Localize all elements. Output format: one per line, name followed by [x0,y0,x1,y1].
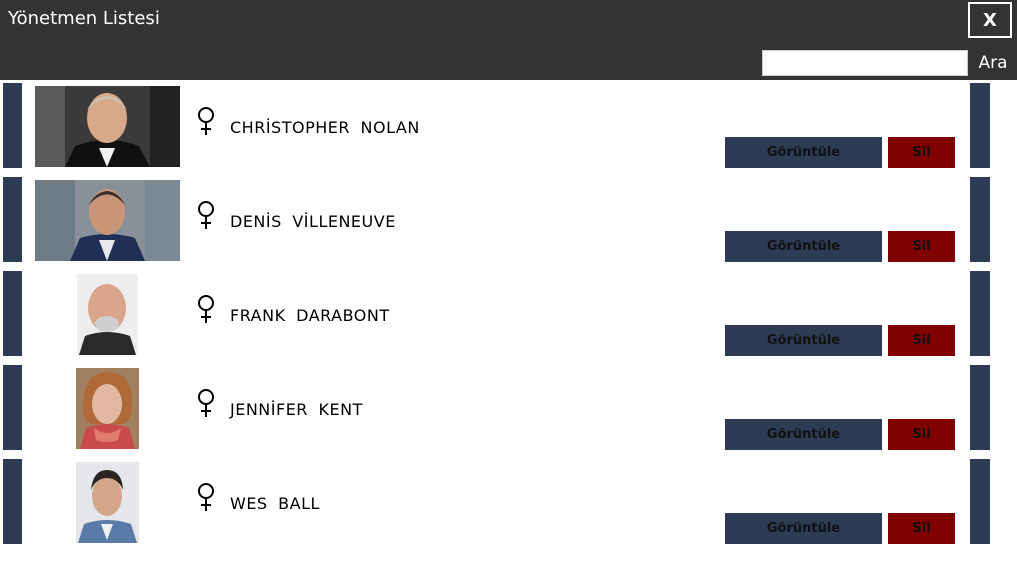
director-row: JENNİFER KENT Görüntüle Sil [0,362,1017,450]
view-button[interactable]: Görüntüle [725,137,882,168]
close-button[interactable]: X [968,2,1012,38]
search-button[interactable]: Ara [970,50,1016,76]
delete-button[interactable]: Sil [888,419,955,450]
director-name: DENİS VİLLENEUVE [230,212,396,231]
director-row: DENİS VİLLENEUVE Görüntüle Sil [0,174,1017,262]
row-accent-right [970,271,990,356]
row-accent-right [970,177,990,262]
row-accent-left [3,83,22,168]
director-row: CHRİSTOPHER NOLAN Görüntüle Sil [0,80,1017,168]
director-name: CHRİSTOPHER NOLAN [230,118,420,137]
female-symbol-icon [195,200,217,230]
female-symbol-icon [195,106,217,136]
female-symbol-icon [195,388,217,418]
director-name: WES BALL [230,494,320,513]
row-accent-left [3,365,22,450]
director-photo [76,368,139,449]
title-bar: Yönetmen Listesi X Ara [0,0,1017,80]
director-name: JENNİFER KENT [230,400,363,419]
view-button[interactable]: Görüntüle [725,325,882,356]
row-accent-right [970,459,990,544]
row-accent-left [3,177,22,262]
director-photo [35,86,180,167]
row-accent-left [3,459,22,544]
female-symbol-icon [195,294,217,324]
view-button[interactable]: Görüntüle [725,513,882,544]
director-row: WES BALL Görüntüle Sil [0,456,1017,544]
director-photo [77,274,138,355]
director-row: FRANK DARABONT Görüntüle Sil [0,268,1017,356]
row-accent-right [970,365,990,450]
delete-button[interactable]: Sil [888,325,955,356]
delete-button[interactable]: Sil [888,231,955,262]
director-photo [35,180,180,261]
view-button[interactable]: Görüntüle [725,419,882,450]
delete-button[interactable]: Sil [888,513,955,544]
delete-button[interactable]: Sil [888,137,955,168]
view-button[interactable]: Görüntüle [725,231,882,262]
window-title: Yönetmen Listesi [8,8,160,29]
female-symbol-icon [195,482,217,512]
row-accent-left [3,271,22,356]
row-accent-right [970,83,990,168]
search-input[interactable] [762,50,968,76]
director-name: FRANK DARABONT [230,306,390,325]
director-photo [76,462,139,543]
